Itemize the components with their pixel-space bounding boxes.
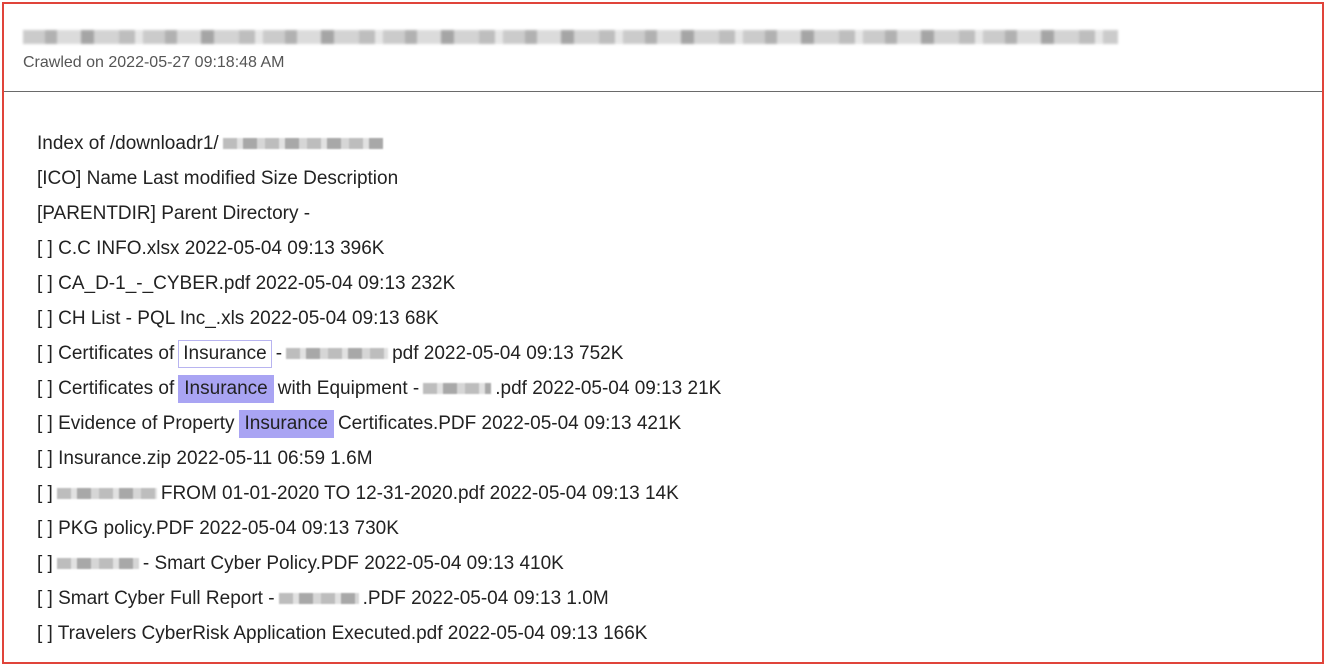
- file-row[interactable]: [ ] PKG policy.PDF 2022-05-04 09:13 730K: [37, 511, 1322, 546]
- file-row-text[interactable]: [ ] C.C INFO.xlsx 2022-05-04 09:13 396K: [37, 231, 384, 266]
- file-row[interactable]: [ ] CA_D-1_-_CYBER.pdf 2022-05-04 09:13 …: [37, 266, 1322, 301]
- crawled-timestamp: Crawled on 2022-05-27 09:18:48 AM: [23, 54, 285, 71]
- file-row[interactable]: [ ] Travelers CyberRisk Application Exec…: [37, 616, 1322, 651]
- index-heading: Index of /downloadr1/: [37, 126, 1322, 161]
- file-row-text[interactable]: [ ] CH List - PQL Inc_.xls 2022-05-04 09…: [37, 301, 439, 336]
- file-row[interactable]: [ ] - Smart Cyber Policy.PDF 2022-05-04 …: [37, 546, 1322, 581]
- redacted-page-title: [23, 30, 1118, 44]
- search-highlight: Insurance: [178, 374, 274, 403]
- redacted-path: [222, 138, 383, 149]
- redacted-name: [56, 488, 157, 499]
- file-row-text[interactable]: [ ] Travelers CyberRisk Application Exec…: [37, 616, 647, 651]
- file-row[interactable]: [ ] Certificates of Insurance with Equip…: [37, 371, 1322, 406]
- file-row-text[interactable]: [ ]: [37, 546, 53, 581]
- file-row-text[interactable]: .pdf 2022-05-04 09:13 21K: [495, 371, 721, 406]
- file-row-text[interactable]: pdf 2022-05-04 09:13 752K: [392, 336, 623, 371]
- file-row-text[interactable]: [ ]: [37, 476, 53, 511]
- file-row-text[interactable]: - Smart Cyber Policy.PDF 2022-05-04 09:1…: [143, 546, 564, 581]
- file-row-text[interactable]: .PDF 2022-05-04 09:13 1.0M: [363, 581, 609, 616]
- index-heading-text: Index of /downloadr1/: [37, 133, 219, 154]
- file-row[interactable]: [ ] Certificates of Insurance - pdf 2022…: [37, 336, 1322, 371]
- crawled-page-card: Crawled on 2022-05-27 09:18:48 AM Index …: [2, 2, 1324, 664]
- file-row-text[interactable]: FROM 01-01-2020 TO 12-31-2020.pdf 2022-0…: [161, 476, 679, 511]
- file-row[interactable]: [ ] FROM 01-01-2020 TO 12-31-2020.pdf 20…: [37, 476, 1322, 511]
- column-header-text: [ICO] Name Last modified Size Descriptio…: [37, 168, 399, 189]
- file-row-text[interactable]: [ ] Certificates of: [37, 371, 174, 406]
- redacted-name: [278, 593, 359, 604]
- file-row[interactable]: [ ] C.C INFO.xlsx 2022-05-04 09:13 396K: [37, 231, 1322, 266]
- column-header-row: [ICO] Name Last modified Size Descriptio…: [37, 161, 1322, 196]
- search-highlight: Insurance: [238, 409, 334, 438]
- parent-directory-text[interactable]: [PARENTDIR] Parent Directory -: [37, 196, 310, 231]
- file-row[interactable]: [ ] CH List - PQL Inc_.xls 2022-05-04 09…: [37, 301, 1322, 336]
- redacted-name: [56, 558, 139, 569]
- file-row[interactable]: [ ] Smart Cyber Full Report - .PDF 2022-…: [37, 581, 1322, 616]
- file-row-text[interactable]: [ ] Insurance.zip 2022-05-11 06:59 1.6M: [37, 441, 373, 476]
- parent-directory-row[interactable]: [PARENTDIR] Parent Directory -: [37, 196, 1322, 231]
- file-row-text[interactable]: [ ] Smart Cyber Full Report -: [37, 581, 275, 616]
- file-row-text[interactable]: [ ] PKG policy.PDF 2022-05-04 09:13 730K: [37, 511, 399, 546]
- directory-listing: Index of /downloadr1/ [ICO] Name Last mo…: [4, 92, 1322, 651]
- redacted-name: [423, 383, 492, 394]
- file-row-text[interactable]: Certificates.PDF 2022-05-04 09:13 421K: [338, 406, 681, 441]
- card-header: Crawled on 2022-05-27 09:18:48 AM: [4, 4, 1322, 92]
- file-row-text[interactable]: -: [276, 336, 282, 371]
- search-highlight-current: Insurance: [178, 339, 272, 368]
- file-row-text[interactable]: [ ] Evidence of Property: [37, 406, 235, 441]
- file-row-text[interactable]: [ ] CA_D-1_-_CYBER.pdf 2022-05-04 09:13 …: [37, 266, 455, 301]
- file-row-text[interactable]: [ ] Certificates of: [37, 336, 174, 371]
- file-row-text[interactable]: with Equipment -: [278, 371, 420, 406]
- redacted-name: [286, 348, 389, 359]
- file-row[interactable]: [ ] Insurance.zip 2022-05-11 06:59 1.6M: [37, 441, 1322, 476]
- file-row[interactable]: [ ] Evidence of Property Insurance Certi…: [37, 406, 1322, 441]
